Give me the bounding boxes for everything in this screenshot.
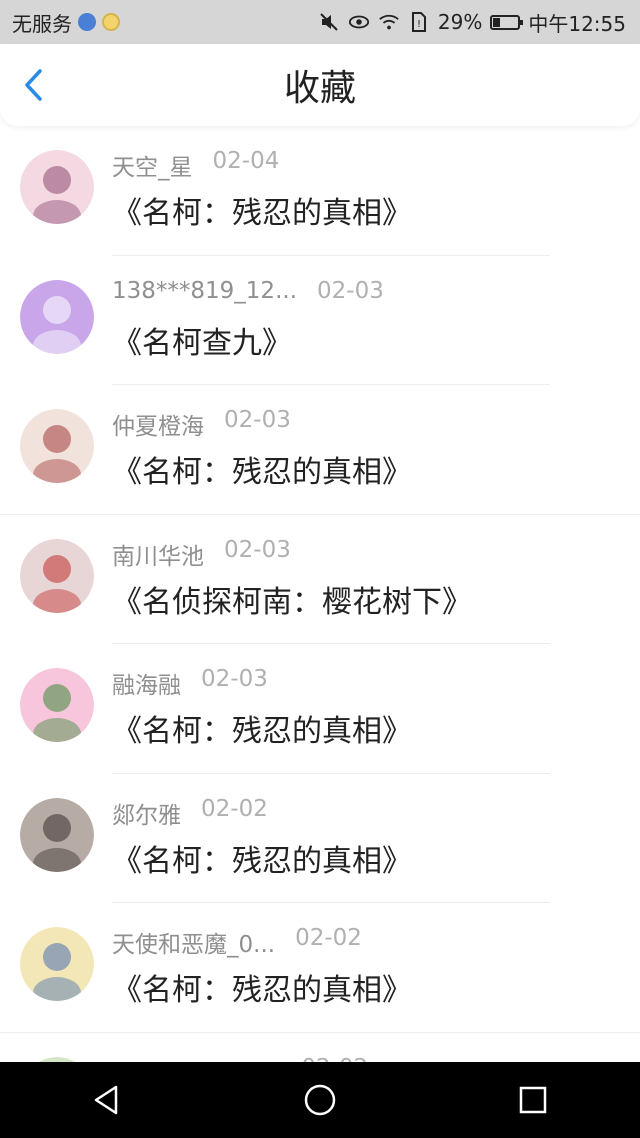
item-meta: 融海融 02-03 xyxy=(112,666,268,700)
user-name[interactable]: 南川华池 xyxy=(112,537,204,571)
user-name[interactable]: 天使和恶魔_0... xyxy=(112,925,275,959)
item-meta: 天空_星 02-04 xyxy=(112,148,279,182)
wifi-icon xyxy=(378,11,400,33)
avatar[interactable] xyxy=(20,279,94,354)
item-meta: 天使和恶魔_0... 02-02 xyxy=(112,925,362,959)
item-date: 02-02 xyxy=(301,1055,368,1063)
list-item[interactable]: 天空_星 02-04 《名柯：残忍的真相》 xyxy=(0,126,640,256)
item-meta: 仲夏橙海 02-03 xyxy=(112,407,291,441)
item-date: 02-03 xyxy=(317,277,384,304)
avatar[interactable] xyxy=(20,927,94,1001)
circle-home-icon xyxy=(304,1084,336,1116)
item-date: 02-03 xyxy=(224,536,291,563)
eye-comfort-icon xyxy=(348,11,370,33)
item-meta: 138***819_12... 02-03 xyxy=(112,278,384,304)
list-item[interactable]: 仲夏橙海 02-03 《名柯：残忍的真相》 xyxy=(0,385,640,515)
avatar[interactable] xyxy=(20,538,94,613)
favorites-list: 天空_星 02-04 《名柯：残忍的真相》 138***819_12... 02-03… xyxy=(0,126,640,1062)
item-meta: 南川华池 02-03 xyxy=(112,537,291,571)
list-item[interactable]: 南川华池 02-03 《名侦探柯南：樱花树下》 xyxy=(0,515,640,644)
sim-icon: ! xyxy=(408,11,430,33)
nav-home-button[interactable] xyxy=(290,1070,350,1130)
item-title[interactable]: 《名柯：残忍的真相》 xyxy=(112,188,412,232)
app-header: 收藏 xyxy=(0,44,640,126)
item-date: 02-02 xyxy=(295,925,362,951)
user-name[interactable]: 郯尔雅 xyxy=(112,796,181,830)
avatar[interactable] xyxy=(20,797,94,872)
triangle-back-icon xyxy=(94,1085,117,1115)
avatar[interactable] xyxy=(20,150,94,224)
back-button[interactable] xyxy=(14,65,54,105)
item-title[interactable]: 《名柯查九》 xyxy=(112,318,292,362)
item-title[interactable]: 《名柯：残忍的真相》 xyxy=(112,836,412,880)
avatar[interactable] xyxy=(20,409,94,483)
nav-back-button[interactable] xyxy=(77,1070,137,1130)
user-name[interactable]: 融海融 xyxy=(112,666,181,700)
svg-text:!: ! xyxy=(417,19,421,30)
user-name[interactable]: 陆之乐雅_720... xyxy=(112,1055,281,1063)
carrier-label: 无服务 xyxy=(12,11,72,36)
user-name[interactable]: 仲夏橙海 xyxy=(112,407,204,441)
item-date: 02-03 xyxy=(224,407,291,433)
item-title[interactable]: 《名柯：残忍的真相》 xyxy=(112,965,412,1009)
item-meta: 陆之乐雅_720... 02-02 xyxy=(112,1055,368,1063)
list-item[interactable]: 138***819_12... 02-03 《名柯查九》 xyxy=(0,256,640,385)
item-title[interactable]: 《名柯：残忍的真相》 xyxy=(112,447,412,491)
nav-recents-button[interactable] xyxy=(503,1070,563,1130)
user-name[interactable]: 138***819_12... xyxy=(112,278,297,304)
list-item[interactable]: 天使和恶魔_0... 02-02 《名柯：残忍的真相》 xyxy=(0,903,640,1033)
app-notification-icon xyxy=(102,13,120,31)
chevron-left-icon xyxy=(25,69,42,101)
item-date: 02-04 xyxy=(212,148,280,174)
item-title[interactable]: 《名柯：残忍的真相》 xyxy=(112,706,412,750)
square-recents-icon xyxy=(520,1086,547,1114)
page-title: 收藏 xyxy=(283,68,356,109)
status-bar: 无服务 ! 29% 中午12:55 xyxy=(0,0,640,44)
item-meta: 郯尔雅 02-02 xyxy=(112,796,268,830)
list-item[interactable]: 陆之乐雅_720... 02-02 xyxy=(0,1033,640,1063)
clock: 中午12:55 xyxy=(528,11,626,36)
item-date: 02-03 xyxy=(201,666,268,692)
system-nav-bar xyxy=(0,1062,640,1138)
item-date: 02-02 xyxy=(201,795,268,822)
mute-icon xyxy=(318,11,340,33)
browser-notification-icon xyxy=(78,13,96,31)
item-title[interactable]: 《名侦探柯南：樱花树下》 xyxy=(112,577,472,621)
user-name[interactable]: 天空_星 xyxy=(112,148,193,182)
battery-icon xyxy=(490,14,524,30)
list-item[interactable]: 郯尔雅 02-02 《名柯：残忍的真相》 xyxy=(0,774,640,903)
list-item[interactable]: 融海融 02-03 《名柯：残忍的真相》 xyxy=(0,644,640,774)
battery-percent: 29% xyxy=(437,10,483,34)
avatar[interactable] xyxy=(20,668,94,742)
